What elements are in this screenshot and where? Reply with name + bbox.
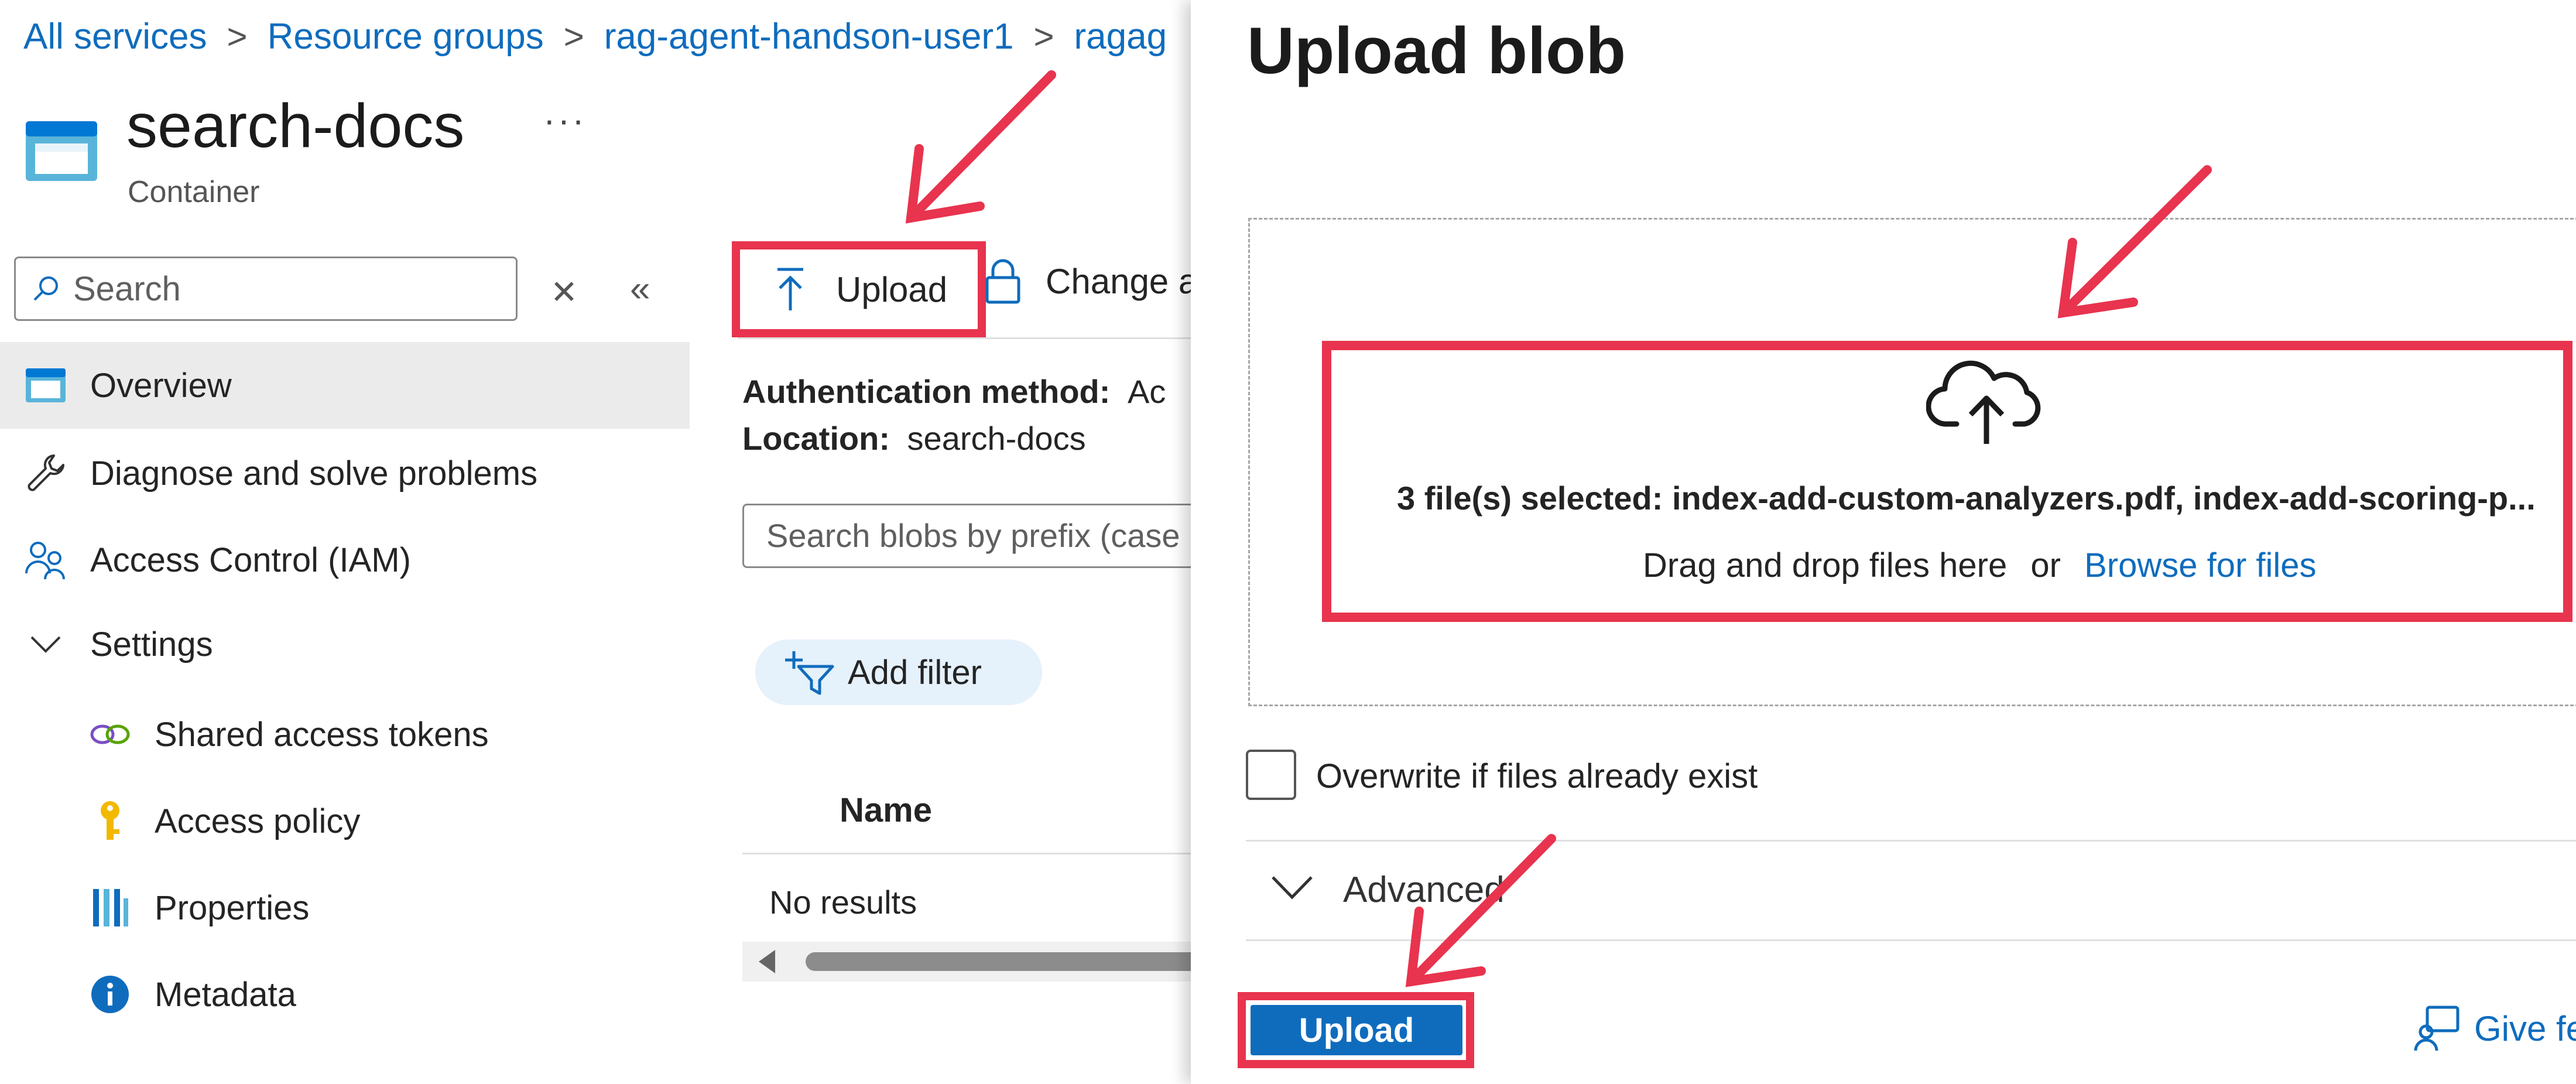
- container-icon: [22, 362, 69, 409]
- filter-add-icon: [785, 651, 834, 695]
- sidebar-item-label: Access Control (IAM): [90, 541, 411, 579]
- overwrite-checkbox[interactable]: [1246, 750, 1296, 800]
- sidebar-item-label: Access policy: [155, 802, 361, 840]
- empty-state-text: No results: [769, 884, 917, 921]
- breadcrumb-resource-groups[interactable]: Resource groups: [268, 16, 544, 57]
- feedback-icon: [2414, 1006, 2459, 1051]
- lock-icon: [985, 259, 1020, 304]
- sidebar-item-overview[interactable]: Overview: [22, 362, 232, 409]
- breadcrumb-all-services[interactable]: All services: [23, 16, 207, 57]
- sidebar-item-label: Overview: [90, 366, 232, 405]
- upload-toolbar-label: Upload: [836, 269, 948, 309]
- location-label: Location:: [742, 420, 890, 457]
- sidebar-item-label: Diagnose and solve problems: [90, 454, 538, 493]
- sidebar-item-access-policy[interactable]: Access policy: [87, 798, 360, 844]
- change-access-level-button[interactable]: Change a: [984, 258, 1198, 305]
- add-filter-button[interactable]: Add filter: [755, 640, 1042, 705]
- annotation-arrow-upload-toolbar: [906, 70, 1056, 223]
- link-icon: [87, 711, 133, 758]
- sidebar-item-label: Shared access tokens: [155, 715, 489, 754]
- auth-method-label: Authentication method:: [742, 373, 1111, 410]
- horizontal-scrollbar[interactable]: [742, 942, 1215, 982]
- add-filter-label: Add filter: [848, 653, 982, 692]
- browse-files-link[interactable]: Browse for files: [2084, 546, 2316, 584]
- people-icon: [22, 536, 69, 583]
- chevron-down-icon[interactable]: [1268, 863, 1316, 911]
- cloud-upload-icon: [1926, 358, 2047, 446]
- bars-icon: [87, 884, 133, 931]
- search-icon: [33, 276, 58, 301]
- breadcrumb-separator: >: [227, 16, 248, 56]
- scrollbar-thumb[interactable]: [806, 952, 1215, 971]
- clear-search-icon[interactable]: ✕: [550, 273, 578, 312]
- overwrite-label: Overwrite if files already exist: [1316, 757, 1758, 795]
- toolbar-divider: [738, 337, 1200, 339]
- advanced-section-toggle[interactable]: Advanced: [1343, 869, 1505, 911]
- location-row: Location: search-docs: [742, 419, 1086, 457]
- page-subtitle: Container: [128, 175, 260, 209]
- upload-icon: [777, 268, 803, 310]
- auth-method-value[interactable]: Ac: [1128, 373, 1166, 410]
- change-access-label: Change a: [1046, 261, 1198, 301]
- sidebar-item-metadata[interactable]: Metadata: [87, 971, 296, 1018]
- selected-files-text: 3 file(s) selected: index-add-custom-ana…: [1397, 480, 2536, 517]
- sidebar-group-settings[interactable]: Settings: [22, 621, 213, 668]
- sidebar-item-diagnose[interactable]: Diagnose and solve problems: [22, 450, 537, 497]
- sidebar-item-properties[interactable]: Properties: [87, 884, 309, 931]
- give-feedback-button[interactable]: Give fe: [2413, 1005, 2576, 1052]
- breadcrumb-storage-account[interactable]: ragag: [1074, 16, 1167, 57]
- annotation-arrowhead: [905, 144, 985, 224]
- panel-divider: [1246, 840, 2576, 842]
- column-header-name[interactable]: Name: [840, 791, 932, 830]
- breadcrumb-resource-group[interactable]: rag-agent-handson-user1: [604, 16, 1014, 57]
- drag-drop-text: Drag and drop files here: [1643, 546, 2008, 584]
- blob-search-input[interactable]: Search blobs by prefix (case: [742, 504, 1211, 568]
- sidebar-item-iam[interactable]: Access Control (IAM): [22, 536, 411, 583]
- location-value: search-docs: [907, 420, 1086, 457]
- key-icon: [87, 798, 133, 844]
- or-text: or: [2030, 546, 2061, 584]
- scroll-left-icon[interactable]: [759, 950, 775, 973]
- panel-title: Upload blob: [1247, 14, 1626, 87]
- breadcrumb-separator: >: [1033, 16, 1054, 56]
- panel-divider: [1246, 939, 2576, 941]
- more-options-button[interactable]: ···: [543, 100, 587, 141]
- sidebar-item-label: Properties: [155, 888, 310, 927]
- give-feedback-label: Give fe: [2474, 1008, 2576, 1048]
- auth-method-row: Authentication method: Ac: [742, 372, 1166, 411]
- upload-toolbar-button[interactable]: Upload: [732, 241, 986, 337]
- upload-submit-button[interactable]: Upload: [1251, 1005, 1462, 1055]
- info-icon: [87, 971, 133, 1018]
- sidebar-search-input[interactable]: Search: [14, 257, 518, 321]
- sidebar-search-placeholder: Search: [73, 269, 181, 308]
- sidebar-item-shared-access-tokens[interactable]: Shared access tokens: [87, 711, 489, 758]
- chevron-down-icon: [22, 621, 69, 668]
- breadcrumb-separator: >: [563, 16, 584, 56]
- table-divider: [742, 853, 1211, 854]
- collapse-sidebar-icon[interactable]: «: [630, 268, 650, 310]
- container-icon: [25, 120, 98, 182]
- drag-drop-row: Drag and drop files here or Browse for f…: [1643, 546, 2317, 585]
- breadcrumb: All services > Resource groups > rag-age…: [23, 13, 1167, 60]
- page-title: search-docs: [126, 91, 465, 160]
- sidebar-item-label: Settings: [90, 625, 213, 664]
- sidebar-item-label: Metadata: [155, 975, 296, 1014]
- wrench-icon: [22, 450, 69, 497]
